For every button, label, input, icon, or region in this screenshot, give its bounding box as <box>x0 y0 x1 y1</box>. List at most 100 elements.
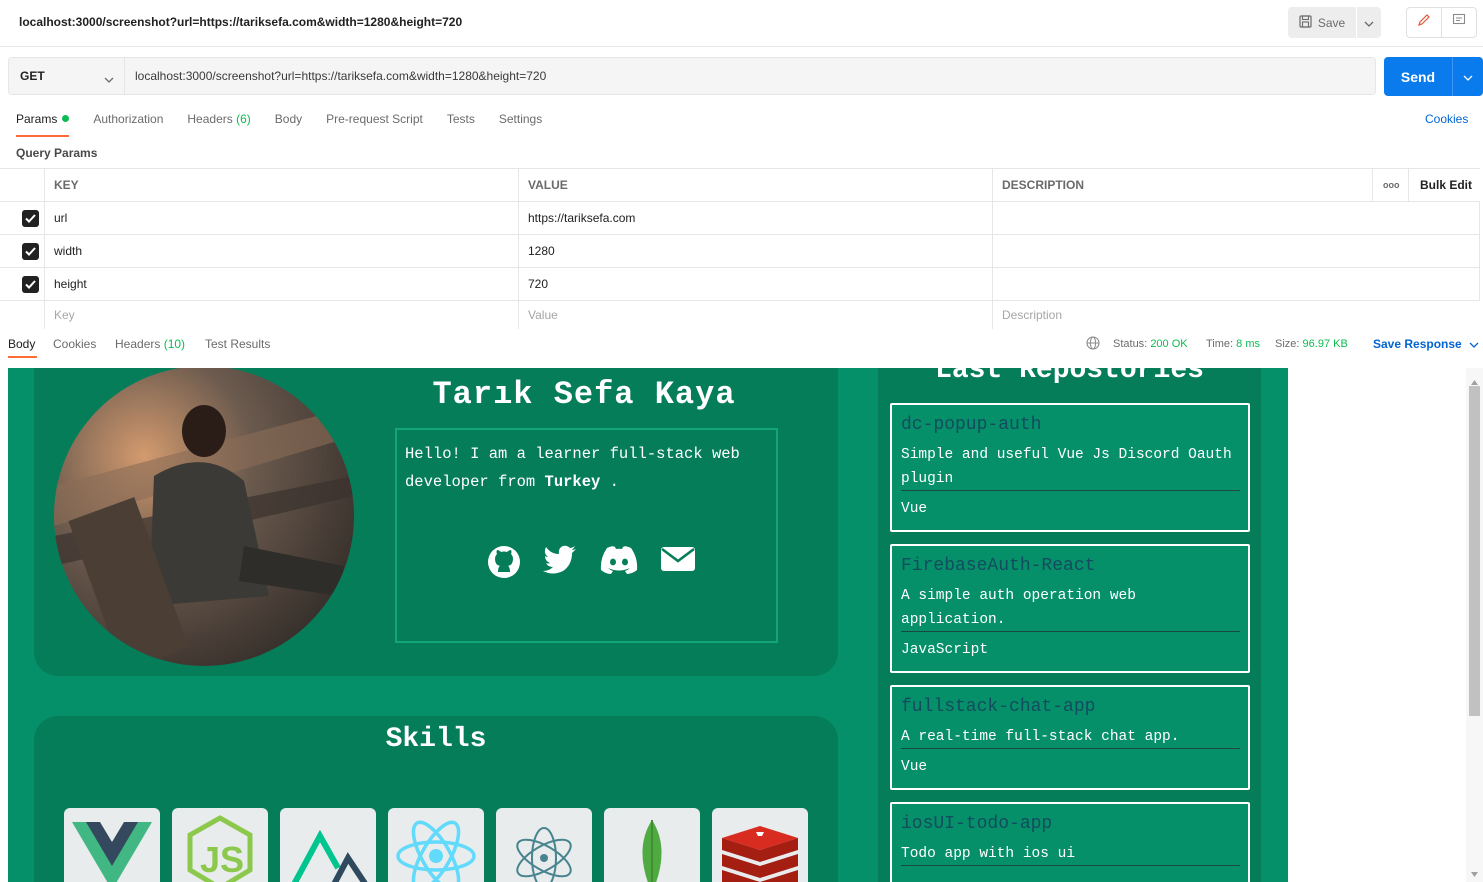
param-value[interactable]: 1280 <box>518 235 992 267</box>
response-tab-test-results[interactable]: Test Results <box>205 337 270 351</box>
size-value: 96.97 KB <box>1302 338 1348 350</box>
pencil-icon <box>1417 13 1431 32</box>
row-checkbox[interactable] <box>22 210 39 227</box>
cookies-link[interactable]: Cookies <box>1425 112 1468 126</box>
redis-icon <box>712 808 808 882</box>
request-title[interactable]: localhost:3000/screenshot?url=https://ta… <box>19 15 462 29</box>
repo-card[interactable]: iosUI-todo-app Todo app with ios ui <box>890 802 1250 882</box>
param-value[interactable]: 720 <box>518 268 992 300</box>
tab-label: Headers <box>115 337 161 351</box>
status-label: Status: <box>1113 338 1148 350</box>
preview-scrollbar[interactable] <box>1466 368 1483 882</box>
new-key-input[interactable]: Key <box>44 301 518 329</box>
param-key[interactable]: url <box>44 202 518 234</box>
key-header: KEY <box>44 169 518 201</box>
request-tabs: Params Authorization Headers (6) Body Pr… <box>16 112 566 138</box>
new-description-input[interactable]: Description <box>992 301 1480 329</box>
tab-label: Body <box>274 112 303 126</box>
check-icon <box>25 212 36 226</box>
param-description[interactable] <box>992 235 1480 267</box>
save-button[interactable]: Save <box>1288 7 1356 38</box>
time-value: 8 ms <box>1236 338 1260 350</box>
param-key[interactable]: height <box>44 268 518 300</box>
tab-authorization[interactable]: Authorization <box>93 112 163 138</box>
method-select[interactable]: GET <box>9 58 125 94</box>
size-label: Size: <box>1275 338 1300 350</box>
active-tab-underline <box>8 356 37 358</box>
tab-settings[interactable]: Settings <box>499 112 542 138</box>
param-key[interactable]: width <box>44 235 518 267</box>
headers-count: (10) <box>163 337 186 351</box>
globe-icon[interactable] <box>1086 336 1100 353</box>
skills-title: Skills <box>385 724 487 755</box>
repo-description: A simple auth operation web application. <box>901 588 1136 628</box>
method-label: GET <box>20 69 45 83</box>
param-description[interactable] <box>992 268 1480 300</box>
tab-pre-request-script[interactable]: Pre-request Script <box>326 112 423 138</box>
tab-headers[interactable]: Headers (6) <box>187 112 250 138</box>
vue-icon <box>64 808 160 882</box>
repo-description: A real-time full-stack chat app. <box>901 729 1180 745</box>
email-icon[interactable] <box>661 545 695 584</box>
response-tab-headers[interactable]: Headers (10) <box>115 337 185 351</box>
profile-name: Tarık Sefa Kaya <box>432 376 736 413</box>
tab-label: Settings <box>498 112 543 126</box>
response-bar: Body Cookies Headers (10) Test Results S… <box>0 328 1483 358</box>
save-options-button[interactable] <box>1357 7 1381 38</box>
repo-name[interactable]: fullstack-chat-app <box>901 697 1095 717</box>
repo-language: Vue <box>901 501 928 517</box>
status-value: 200 OK <box>1150 338 1188 350</box>
repo-card[interactable]: dc-popup-auth Simple and useful Vue Js D… <box>890 403 1250 532</box>
save-response-button[interactable]: Save Response <box>1373 337 1479 351</box>
bio-country: Turkey <box>544 473 601 491</box>
tab-label: Pre-request Script <box>326 112 423 126</box>
more-options-button[interactable]: ooo <box>1372 169 1408 201</box>
scroll-down-arrow-icon[interactable] <box>1471 864 1478 882</box>
tab-tests[interactable]: Tests <box>447 112 475 138</box>
social-links <box>487 545 695 584</box>
repo-divider <box>901 865 1240 866</box>
comments-button[interactable] <box>1442 8 1476 37</box>
repo-card[interactable]: fullstack-chat-app A real-time full-stac… <box>890 685 1250 790</box>
scrollbar-thumb[interactable] <box>1469 386 1480 716</box>
twitter-icon[interactable] <box>543 545 577 584</box>
bulk-edit-button[interactable]: Bulk Edit <box>1408 169 1480 201</box>
send-button[interactable]: Send <box>1384 57 1452 96</box>
tab-body[interactable]: Body <box>275 112 302 138</box>
repo-name[interactable]: dc-popup-auth <box>901 415 1041 435</box>
repo-language: JavaScript <box>901 642 989 658</box>
param-description[interactable] <box>992 202 1480 234</box>
tab-label: Headers <box>187 112 233 126</box>
repo-name[interactable]: iosUI-todo-app <box>901 814 1052 834</box>
row-checkbox[interactable] <box>22 276 39 293</box>
repo-card[interactable]: FirebaseAuth-React A simple auth operati… <box>890 544 1250 673</box>
value-header: VALUE <box>518 169 992 201</box>
chevron-down-icon <box>1364 14 1374 32</box>
mongodb-icon <box>604 808 700 882</box>
repo-divider <box>901 631 1240 632</box>
repo-divider <box>901 490 1240 491</box>
status-readout: Status: 200 OK <box>1113 338 1188 350</box>
response-preview: Tarık Sefa Kaya Hello! I am a learner fu… <box>8 368 1288 882</box>
time-label: Time: <box>1206 338 1234 350</box>
response-tab-cookies[interactable]: Cookies <box>53 337 96 351</box>
repo-name[interactable]: FirebaseAuth-React <box>901 556 1095 576</box>
nuxt-icon <box>280 808 376 882</box>
response-tab-body[interactable]: Body <box>8 337 35 351</box>
repositories-panel: Last Repostories dc-popup-auth Simple an… <box>878 368 1261 882</box>
discord-icon[interactable] <box>599 545 639 584</box>
github-icon[interactable] <box>487 545 521 584</box>
electron-icon <box>496 808 592 882</box>
send-options-button[interactable] <box>1452 57 1483 96</box>
send-button-group: Send <box>1384 57 1483 96</box>
edit-button[interactable] <box>1407 8 1442 37</box>
bio-box: Hello! I am a learner full-stack web dev… <box>395 428 778 643</box>
row-checkbox[interactable] <box>22 243 39 260</box>
repo-language: Vue <box>901 759 928 775</box>
tab-params[interactable]: Params <box>16 112 70 138</box>
url-input[interactable]: localhost:3000/screenshot?url=https://ta… <box>135 69 546 83</box>
param-value[interactable]: https://tariksefa.com <box>518 202 992 234</box>
save-label: Save <box>1317 15 1346 30</box>
new-value-input[interactable]: Value <box>518 301 992 329</box>
time-readout: Time: 8 ms <box>1206 338 1260 350</box>
